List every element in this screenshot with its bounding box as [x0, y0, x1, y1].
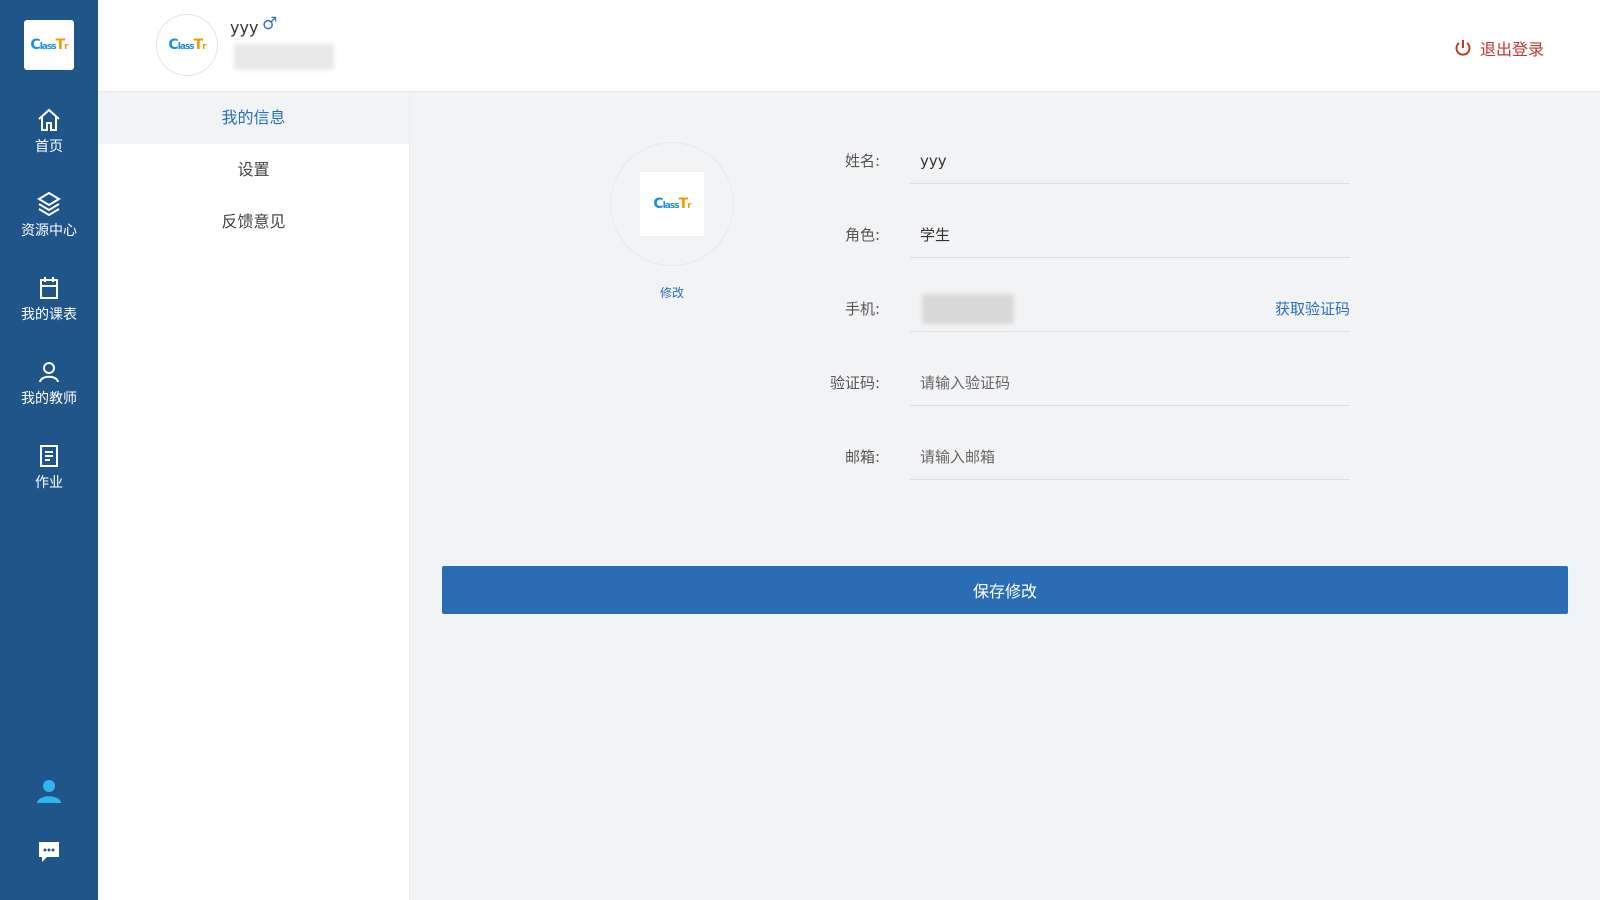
role-value: 学生	[910, 212, 1350, 258]
resource-icon	[37, 191, 61, 217]
verification-code-input[interactable]	[910, 360, 1350, 406]
email-input[interactable]	[910, 434, 1350, 480]
logout-label: 退出登录	[1479, 40, 1544, 59]
profile-panel: ClassTr 修改 姓名: yyy 角色: 学生 手机: 获取验证码 验证码:…	[410, 92, 1600, 900]
role-row: 角色: 学生	[798, 212, 1350, 258]
name-row: 姓名: yyy	[798, 138, 1350, 184]
redacted-subtitle	[234, 44, 334, 70]
nav-rail: ClassTr 首页 资源中心 我的课表 我的教师 作业	[0, 0, 98, 900]
submenu-item-feedback[interactable]: 反馈意见	[98, 196, 409, 248]
settings-submenu: 我的信息 设置 反馈意见	[98, 92, 410, 900]
avatar[interactable]: ClassTr	[156, 14, 218, 76]
chat-icon	[39, 842, 59, 862]
rail-item-home[interactable]: 首页	[0, 106, 98, 156]
email-row: 邮箱:	[798, 434, 1350, 480]
code-label: 验证码:	[829, 374, 880, 392]
rail-item-label: 作业	[35, 475, 63, 491]
name-value: yyy	[910, 138, 1350, 184]
user-icon	[39, 362, 59, 383]
edit-avatar-link[interactable]: 修改	[610, 284, 734, 301]
profile-picture[interactable]: ClassTr	[610, 142, 734, 266]
profile-icon	[37, 780, 61, 803]
submenu-item-my-info[interactable]: 我的信息	[98, 92, 409, 144]
save-changes-button[interactable]: 保存修改	[442, 566, 1568, 614]
header-username: yyy	[230, 18, 259, 37]
logo-mark: ClassTr	[30, 37, 68, 53]
homework-icon	[40, 445, 58, 467]
rail-item-label: 我的教师	[21, 391, 77, 407]
app-logo[interactable]: ClassTr	[24, 20, 74, 70]
home-icon	[38, 108, 60, 131]
rail-profile-button[interactable]	[0, 776, 98, 810]
name-label: 姓名:	[844, 152, 880, 170]
profile-picture-image: ClassTr	[640, 172, 704, 236]
power-icon	[1455, 40, 1471, 56]
phone-row: 手机: 获取验证码	[798, 286, 1350, 332]
profile-logo: ClassTr	[653, 196, 691, 212]
gender-male-icon: ♂	[262, 14, 278, 34]
rail-chat-button[interactable]	[0, 838, 98, 870]
avatar-logo: ClassTr	[168, 37, 206, 53]
email-label: 邮箱:	[844, 448, 880, 466]
top-header: ClassTr yyy ♂ 退出登录	[98, 0, 1600, 92]
phone-label: 手机:	[844, 300, 880, 318]
calendar-icon	[40, 277, 58, 299]
rail-item-teacher[interactable]: 我的教师	[0, 358, 98, 408]
logout-button[interactable]: 退出登录	[1454, 36, 1544, 60]
rail-item-homework[interactable]: 作业	[0, 442, 98, 492]
redacted-phone	[922, 294, 1014, 324]
submenu-item-settings[interactable]: 设置	[98, 144, 409, 196]
rail-item-resource[interactable]: 资源中心	[0, 190, 98, 240]
rail-item-schedule[interactable]: 我的课表	[0, 274, 98, 324]
get-code-link[interactable]: 获取验证码	[1275, 298, 1350, 319]
rail-item-label: 我的课表	[21, 307, 77, 323]
rail-item-label: 资源中心	[21, 223, 77, 239]
role-label: 角色:	[844, 226, 880, 244]
code-row: 验证码:	[798, 360, 1350, 406]
rail-item-label: 首页	[35, 139, 63, 155]
